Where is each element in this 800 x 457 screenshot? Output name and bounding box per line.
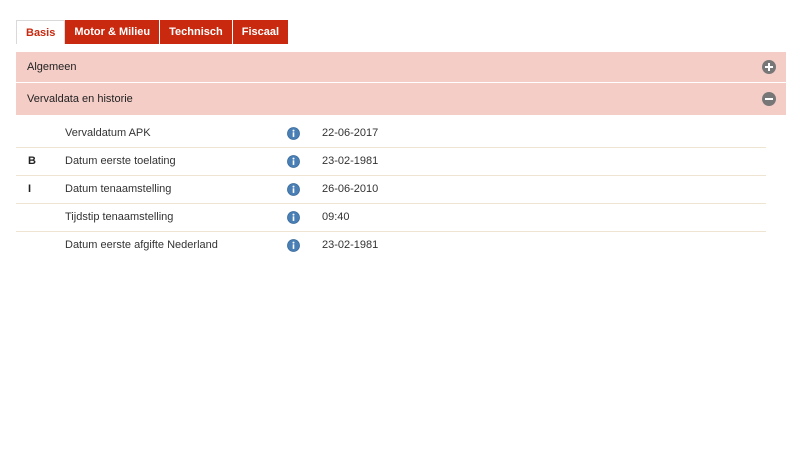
section-title: Vervaldata en historie bbox=[27, 93, 133, 105]
row-label: Vervaldatum APK bbox=[65, 127, 151, 139]
section-header-vervaldata[interactable]: Vervaldata en historie bbox=[16, 83, 786, 116]
minus-circle-icon[interactable] bbox=[762, 92, 776, 106]
row-label: Tijdstip tenaamstelling bbox=[65, 211, 174, 223]
row-value: 09:40 bbox=[322, 211, 350, 223]
row-value: 23-02-1981 bbox=[322, 239, 379, 251]
row-value: 23-02-1981 bbox=[322, 155, 379, 167]
page: Basis Motor & Milieu Technisch Fiscaal A… bbox=[0, 0, 800, 457]
tab-motor-milieu[interactable]: Motor & Milieu bbox=[65, 20, 161, 44]
section-content-vervaldata: Vervaldatum APK 22-06-2017 B Datum eerst… bbox=[16, 120, 766, 259]
table-row: B Datum eerste toelating 23-02-1981 bbox=[16, 148, 766, 176]
tab-bar: Basis Motor & Milieu Technisch Fiscaal bbox=[16, 20, 290, 44]
row-label: Datum eerste afgifte Nederland bbox=[65, 239, 218, 251]
table-row: Tijdstip tenaamstelling 09:40 bbox=[16, 204, 766, 232]
tab-fiscaal[interactable]: Fiscaal bbox=[232, 20, 290, 44]
info-icon[interactable] bbox=[287, 127, 300, 140]
info-icon[interactable] bbox=[287, 155, 300, 168]
row-label: Datum tenaamstelling bbox=[65, 183, 172, 195]
accordion: Algemeen Vervaldata en historie Vervalda… bbox=[16, 52, 786, 259]
table-row: Vervaldatum APK 22-06-2017 bbox=[16, 120, 766, 148]
row-code: I bbox=[28, 183, 32, 195]
tab-technisch[interactable]: Technisch bbox=[160, 20, 233, 44]
table-row: Datum eerste afgifte Nederland 23-02-198… bbox=[16, 232, 766, 259]
table-row: I Datum tenaamstelling 26-06-2010 bbox=[16, 176, 766, 204]
row-label: Datum eerste toelating bbox=[65, 155, 176, 167]
row-value: 22-06-2017 bbox=[322, 127, 379, 139]
plus-circle-icon[interactable] bbox=[762, 60, 776, 74]
row-code: B bbox=[28, 155, 36, 167]
info-icon[interactable] bbox=[287, 239, 300, 252]
info-icon[interactable] bbox=[287, 211, 300, 224]
section-header-algemeen[interactable]: Algemeen bbox=[16, 52, 786, 83]
section-title: Algemeen bbox=[27, 61, 77, 73]
tab-basis[interactable]: Basis bbox=[16, 20, 66, 44]
row-value: 26-06-2010 bbox=[322, 183, 379, 195]
info-icon[interactable] bbox=[287, 183, 300, 196]
